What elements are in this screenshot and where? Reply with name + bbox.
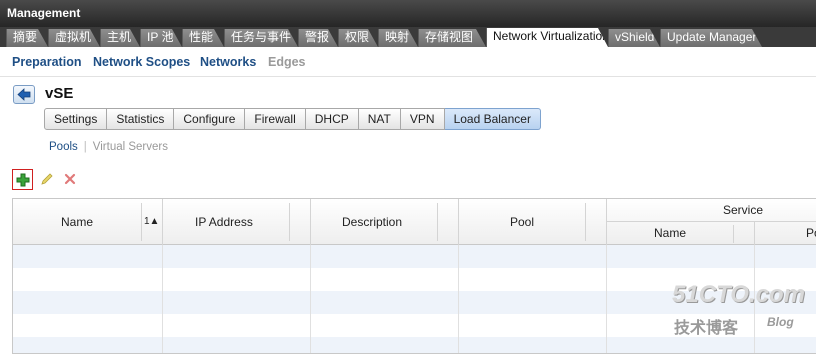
tab-hosts[interactable]: 主机 (100, 29, 140, 47)
load-balancer-subnav: Pools | Virtual Servers (49, 141, 168, 153)
watermark-cn: 技术博客 (674, 320, 739, 337)
add-pool-button[interactable] (12, 169, 33, 190)
watermark-blog: Blog (767, 315, 794, 329)
column-header-ip-address[interactable]: IP Address (195, 215, 253, 229)
tab-alarms[interactable]: 警报 (298, 29, 338, 47)
column-header-description[interactable]: Description (342, 215, 402, 229)
segment-firewall[interactable]: Firewall (245, 108, 306, 130)
window-title: Management (7, 6, 81, 20)
segment-dhcp[interactable]: DHCP (305, 108, 359, 130)
segment-load-balancer[interactable]: Load Balancer (444, 108, 541, 130)
x-icon (64, 173, 76, 185)
tab-vshield[interactable]: vShield (608, 29, 660, 47)
tab-tasks-events[interactable]: 任务与事件 (224, 29, 298, 47)
column-header-service-port[interactable]: Po (806, 226, 816, 240)
table-row[interactable] (13, 245, 816, 268)
tab-permissions[interactable]: 权限 (338, 29, 378, 47)
subnav-separator: | (83, 141, 87, 153)
title-bar: Management (0, 0, 816, 27)
edit-pool-button[interactable] (37, 169, 58, 190)
table-header: Name 1▲ IP Address Description Pool Serv… (13, 199, 816, 245)
column-header-service-name[interactable]: Name (654, 226, 686, 240)
edge-settings-segmented-control: Settings Statistics Configure Firewall D… (44, 108, 541, 130)
watermark-site: 51CTO.com (672, 281, 805, 308)
sort-indicator[interactable]: 1▲ (144, 216, 159, 227)
watermark: 51CTO.com 技术博客 Blog (672, 281, 807, 341)
pencil-icon (41, 173, 53, 185)
segment-vpn[interactable]: VPN (400, 108, 445, 130)
page-title: vSE (45, 85, 74, 102)
tab-ip-pools[interactable]: IP 池 (140, 29, 182, 47)
segment-nat[interactable]: NAT (358, 108, 401, 130)
sub-navigation: Preparation Network Scopes Networks Edge… (0, 47, 816, 77)
tab-strip: 摘要 虚拟机 主机 IP 池 性能 任务与事件 警报 权限 映射 存储视图 Ne… (0, 27, 816, 47)
plus-icon (16, 173, 30, 187)
delete-pool-button[interactable] (60, 169, 81, 190)
tab-performance[interactable]: 性能 (182, 29, 224, 47)
back-button[interactable] (13, 85, 35, 104)
tab-summary[interactable]: 摘要 (6, 29, 48, 47)
tab-update-manager[interactable]: Update Manager (660, 29, 762, 47)
tab-maps[interactable]: 映射 (378, 29, 418, 47)
column-header-name[interactable]: Name (61, 215, 93, 229)
link-pools[interactable]: Pools (49, 141, 78, 153)
subnav-network-scopes[interactable]: Network Scopes (93, 55, 190, 69)
subnav-networks[interactable]: Networks (200, 55, 256, 69)
segment-statistics[interactable]: Statistics (107, 108, 175, 130)
subnav-preparation[interactable]: Preparation (12, 55, 81, 69)
column-group-service: Service (723, 203, 764, 217)
column-header-pool[interactable]: Pool (510, 215, 534, 229)
link-virtual-servers[interactable]: Virtual Servers (93, 141, 168, 153)
tab-storage-views[interactable]: 存储视图 (418, 29, 486, 47)
subnav-edges[interactable]: Edges (268, 55, 306, 69)
tab-vms[interactable]: 虚拟机 (48, 29, 100, 47)
segment-configure[interactable]: Configure (174, 108, 246, 130)
tab-network-virtualization[interactable]: Network Virtualization (486, 28, 608, 47)
back-arrow-icon (17, 88, 31, 101)
segment-settings[interactable]: Settings (44, 108, 108, 130)
